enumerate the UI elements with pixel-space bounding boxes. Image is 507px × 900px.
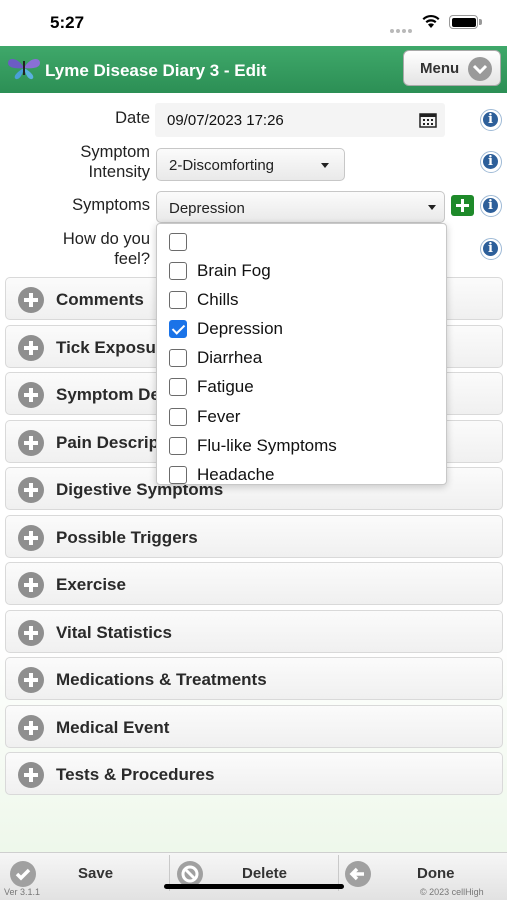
checkbox[interactable]	[169, 349, 187, 367]
done-button-label: Done	[417, 865, 455, 882]
app-title: Lyme Disease Diary 3 - Edit	[45, 61, 267, 80]
chevron-down-icon	[468, 57, 492, 81]
section-medications-treatments[interactable]: Medications & Treatments	[5, 657, 503, 700]
status-time: 5:27	[50, 13, 85, 32]
status-bar: 5:27	[0, 0, 507, 46]
feel-label-line1: How do you	[62, 230, 150, 248]
section-vital-statistics[interactable]: Vital Statistics	[5, 610, 503, 653]
symptom-option[interactable]	[157, 226, 446, 255]
section-label: Tests & Procedures	[56, 765, 215, 784]
expand-plus-icon	[18, 335, 44, 361]
section-label: Exercise	[56, 575, 126, 594]
symptoms-select[interactable]: Depression	[156, 191, 445, 223]
expand-plus-icon	[18, 762, 44, 788]
expand-plus-icon	[18, 430, 44, 456]
expand-plus-icon	[18, 382, 44, 408]
section-label: Medical Event	[56, 718, 170, 737]
symptom-option-label: Fatigue	[197, 377, 254, 396]
expand-plus-icon	[18, 715, 44, 741]
section-possible-triggers[interactable]: Possible Triggers	[5, 515, 503, 558]
section-label: Possible Triggers	[56, 528, 198, 547]
date-field[interactable]: 09/07/2023 17:26	[155, 103, 445, 137]
checkbox[interactable]	[169, 466, 187, 484]
symptom-option-label: Headache	[197, 465, 275, 484]
symptom-option[interactable]: Headache	[157, 459, 446, 484]
add-symptom-button[interactable]	[451, 195, 474, 216]
intensity-select[interactable]: 2-Discomforting	[156, 148, 345, 181]
symptom-option-label: Chills	[197, 290, 239, 309]
delete-button-label: Delete	[242, 865, 288, 882]
checkbox[interactable]	[169, 233, 187, 251]
checkmark-icon	[10, 861, 36, 887]
expand-plus-icon	[18, 667, 44, 693]
caret-down-icon	[321, 163, 329, 168]
symptom-option-label: Fever	[197, 407, 241, 426]
symptoms-label: Symptoms	[72, 196, 150, 214]
checkbox[interactable]	[169, 437, 187, 455]
info-icon[interactable]: i	[480, 151, 502, 173]
home-indicator[interactable]	[164, 884, 344, 889]
symptom-option-label: Brain Fog	[197, 261, 271, 280]
section-tests-procedures[interactable]: Tests & Procedures	[5, 752, 503, 795]
section-label: Comments	[56, 290, 144, 309]
section-exercise[interactable]: Exercise	[5, 562, 503, 605]
info-icon[interactable]: i	[480, 109, 502, 131]
symptom-option[interactable]: Flu-like Symptoms	[157, 430, 446, 459]
intensity-label: Symptom Intensity	[40, 142, 150, 182]
symptom-option-label: Depression	[197, 319, 283, 338]
menu-button[interactable]: Menu	[403, 50, 501, 86]
save-button-label: Save	[78, 865, 114, 882]
section-label: Vital Statistics	[56, 623, 172, 642]
wifi-icon	[422, 14, 440, 28]
checkbox[interactable]	[169, 262, 187, 280]
calendar-icon[interactable]	[419, 112, 437, 128]
done-button[interactable]: Done	[339, 853, 507, 891]
symptoms-dropdown-list[interactable]: Brain Fog Chills Depression Diarrhea Fat…	[156, 223, 447, 485]
date-value: 09/07/2023 17:26	[167, 112, 284, 129]
symptom-option[interactable]: Brain Fog	[157, 255, 446, 284]
symptom-option[interactable]: Chills	[157, 284, 446, 313]
checkbox[interactable]	[169, 378, 187, 396]
section-label: Tick Exposure	[56, 338, 172, 357]
intensity-label-line2: Intensity	[88, 163, 150, 181]
info-icon[interactable]: i	[480, 238, 502, 260]
expand-plus-icon	[18, 620, 44, 646]
symptom-option[interactable]: Diarrhea	[157, 342, 446, 371]
app-header: Lyme Disease Diary 3 - Edit Menu	[0, 46, 507, 93]
info-icon[interactable]: i	[480, 195, 502, 217]
back-arrow-icon	[345, 861, 371, 887]
symptom-option[interactable]: Fever	[157, 401, 446, 430]
expand-plus-icon	[18, 572, 44, 598]
menu-button-label: Menu	[420, 60, 460, 77]
battery-icon	[449, 15, 482, 29]
checkbox[interactable]	[169, 408, 187, 426]
symptom-option-label: Flu-like Symptoms	[197, 436, 337, 455]
intensity-label-line1: Symptom	[80, 143, 150, 161]
feel-label-line2: feel?	[114, 250, 150, 268]
save-button[interactable]: Save	[0, 853, 168, 891]
symptom-option[interactable]: Depression	[157, 313, 446, 342]
checkbox-checked[interactable]	[169, 320, 187, 338]
version-text: Ver 3.1.1	[4, 887, 41, 897]
checkbox[interactable]	[169, 291, 187, 309]
section-label: Medications & Treatments	[56, 670, 267, 689]
signal-icon	[390, 20, 414, 38]
butterfly-logo-icon	[8, 58, 40, 80]
expand-plus-icon	[18, 477, 44, 503]
symptom-option[interactable]: Fatigue	[157, 371, 446, 400]
date-label: Date	[115, 109, 150, 127]
symptom-option-label: Diarrhea	[197, 348, 263, 367]
copyright-text: © 2023 cellHigh	[420, 887, 484, 897]
caret-down-icon	[428, 205, 436, 210]
feel-label: How do you feel?	[30, 229, 150, 269]
section-medical-event[interactable]: Medical Event	[5, 705, 503, 748]
expand-plus-icon	[18, 525, 44, 551]
intensity-value: 2-Discomforting	[169, 157, 275, 174]
expand-plus-icon	[18, 287, 44, 313]
symptoms-value: Depression	[169, 200, 245, 217]
